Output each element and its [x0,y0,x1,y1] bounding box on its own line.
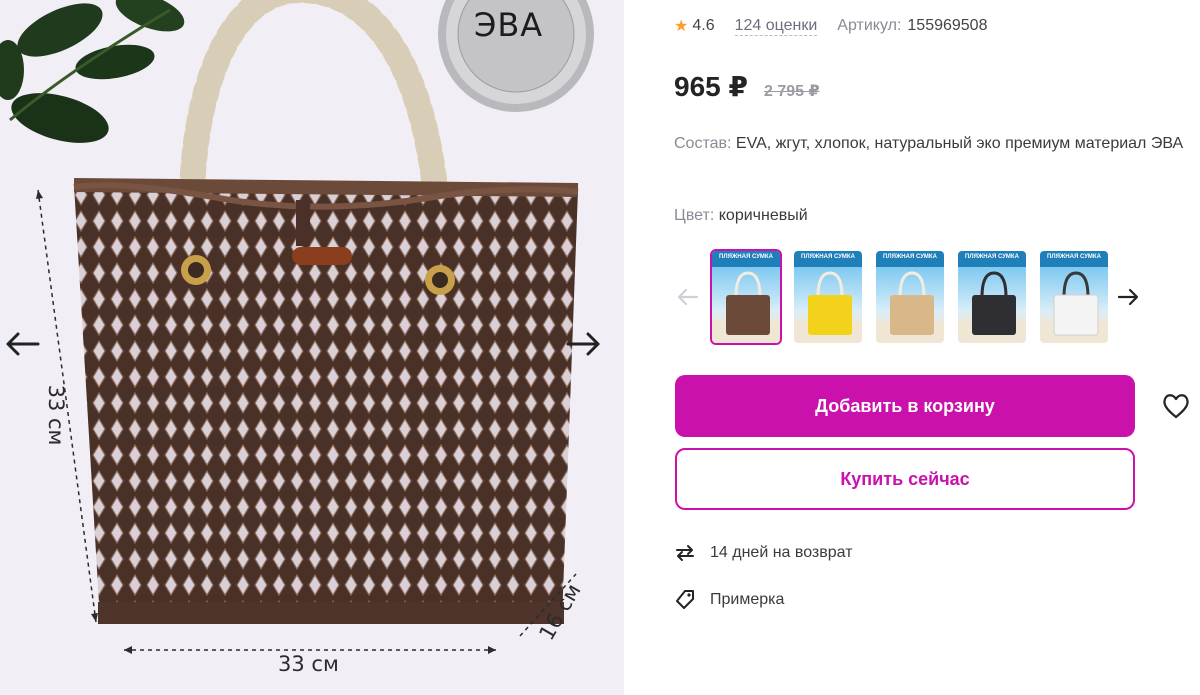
color-swatch-white[interactable]: ПЛЯЖНАЯ СУМКА [1038,249,1110,345]
return-arrows-icon [674,542,696,564]
composition-value: EVA, жгут, хлопок, натуральный эко преми… [735,135,1184,152]
tag-icon [674,589,696,611]
swatch-bag-image [808,271,852,335]
color-swatch-brown[interactable]: ПЛЯЖНАЯ СУМКА [710,249,782,345]
product-info-panel: ★ 4.6 124 оценки Артикул: 155969508 965 … [624,0,1200,695]
color-swatch-yellow[interactable]: ПЛЯЖНАЯ СУМКА [792,249,864,345]
arrow-left-icon [6,332,40,356]
color-swatch-beige[interactable]: ПЛЯЖНАЯ СУМКА [874,249,946,345]
reviews-link[interactable]: 124 оценки [734,17,818,36]
product-photo [0,0,594,654]
color-label: Цвет: [674,207,715,224]
color-row: Цвет: коричневый [674,207,808,225]
color-value: коричневый [718,207,808,224]
swatch-bag-image [972,271,1016,335]
old-price: 2 795 ₽ [763,83,820,100]
swatch-bag-image [890,271,934,335]
arrow-left-icon [677,288,699,306]
swatch-prev-button[interactable] [674,283,702,311]
fitting-text: Примерка [710,591,785,608]
leaves-decoration [0,0,185,143]
height-dimension-label: 33 см [44,384,68,446]
swatch-next-button[interactable] [1114,283,1142,311]
returns-text: 14 дней на возврат [710,544,853,561]
swatch-bag-image [1053,271,1099,336]
arrow-right-icon [566,332,600,356]
composition: Состав: EVA, жгут, хлопок, натуральный э… [674,131,1194,156]
color-swatch-strip: ПЛЯЖНАЯ СУМКА ПЛЯЖНАЯ СУМКА ПЛЯЖНАЯ СУМК… [674,247,1144,347]
composition-label: Состав: [674,135,732,152]
swatch-bag-image [726,271,770,335]
color-swatch-black[interactable]: ПЛЯЖНАЯ СУМКА [956,249,1028,345]
sku-value: 155969508 [907,17,988,34]
add-to-cart-button[interactable]: Добавить в корзину [675,375,1135,437]
star-icon: ★ [674,18,689,35]
width-dimension-label: 33 см [278,652,339,676]
price-row: 965 ₽ 2 795 ₽ [674,70,820,103]
favorite-button[interactable] [1156,386,1196,426]
eco-badge-label: ЭВА [474,6,544,44]
current-price: 965 ₽ [674,71,748,102]
rating-value: 4.6 [692,17,715,34]
sku-label: Артикул: [837,17,902,34]
arrow-right-icon [1117,288,1139,306]
heart-icon [1163,394,1189,419]
fitting-info: Примерка [674,589,784,611]
product-gallery: ЭВА 33 см 33 см 16 см [0,0,624,695]
gallery-prev-button[interactable] [0,322,44,366]
gallery-next-button[interactable] [562,322,606,366]
product-meta-row: ★ 4.6 124 оценки Артикул: 155969508 [674,16,987,36]
returns-info: 14 дней на возврат [674,542,853,564]
buy-now-button[interactable]: Купить сейчас [675,448,1135,510]
